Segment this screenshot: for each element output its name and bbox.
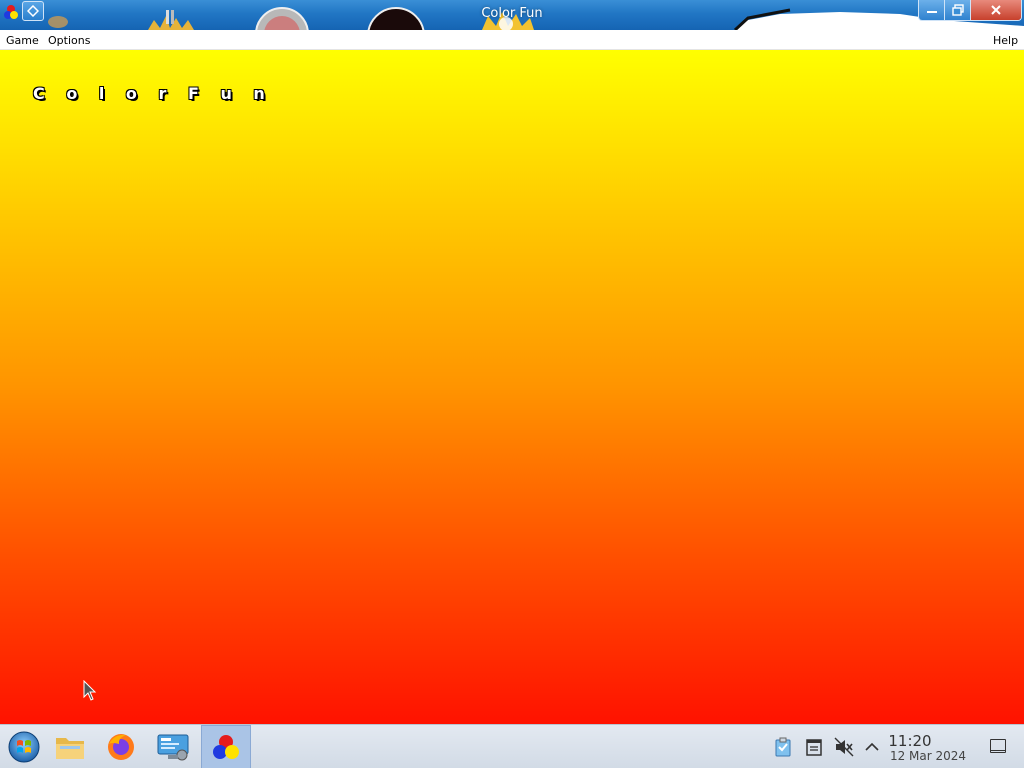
computer-settings-icon bbox=[157, 734, 189, 761]
taskbar: 11:20 12 Mar 2024 bbox=[0, 724, 1024, 768]
menu-bar: Game Options Help bbox=[0, 30, 1024, 50]
taskbar-file-manager[interactable] bbox=[46, 725, 94, 768]
minimize-icon bbox=[926, 11, 937, 13]
mouse-cursor-icon bbox=[83, 680, 97, 701]
folder-icon bbox=[56, 738, 84, 759]
close-icon bbox=[991, 5, 1001, 15]
minimize-button[interactable] bbox=[919, 0, 945, 20]
menu-options[interactable]: Options bbox=[48, 34, 90, 47]
clock-time[interactable]: 11:20 bbox=[870, 732, 950, 750]
clock-date[interactable]: 12 Mar 2024 bbox=[888, 749, 968, 763]
close-button[interactable] bbox=[971, 0, 1021, 20]
taskbar-firefox[interactable] bbox=[97, 725, 145, 768]
start-orb-icon bbox=[8, 731, 40, 763]
firefox-icon bbox=[108, 734, 134, 760]
taskbar-color-fun[interactable] bbox=[201, 725, 251, 768]
window-title: Color Fun bbox=[481, 6, 543, 21]
window-controls bbox=[918, 0, 1022, 21]
window-titlebar[interactable]: Color Fun bbox=[0, 0, 1024, 30]
menu-help[interactable]: Help bbox=[993, 34, 1018, 47]
game-title: C o l o r F u n bbox=[33, 84, 273, 103]
taskbar-system-settings[interactable] bbox=[149, 725, 197, 768]
game-canvas[interactable]: C o l o r F u n bbox=[0, 50, 1024, 724]
notes-tray-icon[interactable] bbox=[804, 737, 824, 757]
show-desktop-button[interactable] bbox=[990, 739, 1006, 753]
restore-icon bbox=[951, 4, 964, 16]
restore-button[interactable] bbox=[945, 0, 971, 20]
start-button[interactable] bbox=[0, 725, 48, 768]
volume-muted-icon[interactable] bbox=[834, 737, 854, 757]
color-fun-icon bbox=[213, 735, 239, 759]
menu-game[interactable]: Game bbox=[6, 34, 39, 47]
clipboard-tray-icon[interactable] bbox=[773, 737, 793, 757]
